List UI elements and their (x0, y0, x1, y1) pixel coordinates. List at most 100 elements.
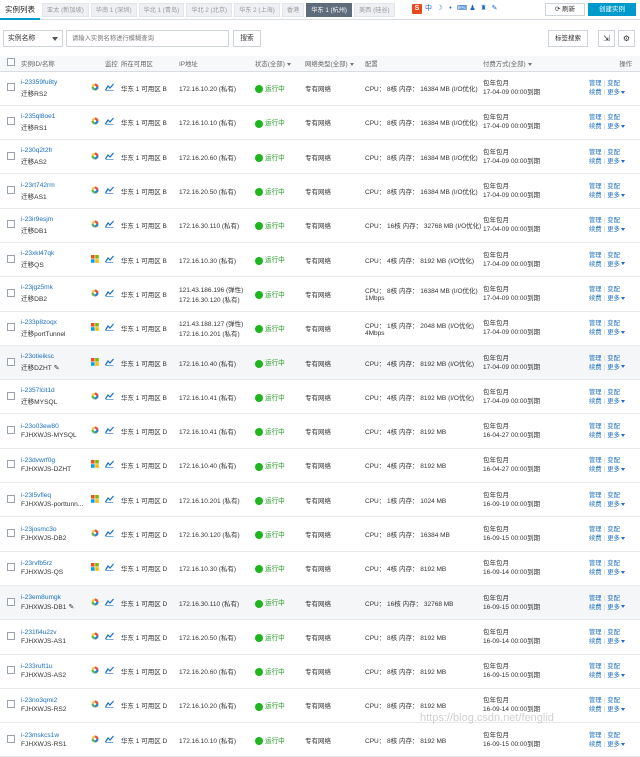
manage-link[interactable]: 管理 (589, 492, 602, 499)
region-tab[interactable]: 华东 2 (上海) (234, 3, 280, 17)
upgrade-link[interactable]: 变配 (607, 252, 620, 259)
more-dropdown[interactable]: 更多 (607, 466, 625, 473)
renew-link[interactable]: 续费 (589, 89, 602, 96)
monitor-chart-icon[interactable] (104, 323, 114, 333)
edit-name-icon[interactable]: ✎ (68, 603, 74, 611)
region-tab[interactable]: 香港 (281, 3, 305, 17)
upgrade-link[interactable]: 变配 (607, 492, 620, 499)
upgrade-link[interactable]: 变配 (607, 149, 620, 156)
manage-link[interactable]: 管理 (589, 629, 602, 636)
renew-link[interactable]: 续费 (589, 329, 602, 336)
more-dropdown[interactable]: 更多 (607, 398, 625, 405)
upgrade-link[interactable]: 变配 (607, 560, 620, 567)
tag-search-button[interactable]: 标签搜索 (548, 30, 588, 47)
more-dropdown[interactable]: 更多 (607, 604, 625, 611)
row-checkbox[interactable] (7, 494, 15, 503)
more-dropdown[interactable]: 更多 (607, 569, 625, 576)
row-checkbox[interactable] (7, 186, 15, 195)
instance-id-link[interactable]: i-23l5vfleq (21, 492, 90, 499)
search-input[interactable] (66, 30, 229, 47)
monitor-chart-icon[interactable] (104, 358, 114, 368)
monitor-chart-icon[interactable] (104, 392, 114, 402)
row-checkbox[interactable] (7, 391, 15, 400)
monitor-chart-icon[interactable] (104, 255, 114, 265)
row-checkbox[interactable] (7, 117, 15, 126)
monitor-chart-icon[interactable] (104, 152, 114, 162)
instance-id-link[interactable]: i-233p8zoqx (21, 319, 90, 326)
manage-link[interactable]: 管理 (589, 560, 602, 567)
search-field-select[interactable]: 实例名称 (3, 30, 63, 47)
row-checkbox[interactable] (7, 323, 15, 332)
renew-link[interactable]: 续费 (589, 501, 602, 508)
region-tab[interactable]: 华东 1 (杭州) (306, 3, 352, 17)
renew-link[interactable]: 续费 (589, 261, 602, 268)
upgrade-link[interactable]: 变配 (607, 732, 620, 739)
row-checkbox[interactable] (7, 151, 15, 160)
monitor-chart-icon[interactable] (104, 289, 114, 299)
more-dropdown[interactable]: 更多 (607, 432, 625, 439)
refresh-button[interactable]: ⟳ 刷新 (545, 3, 585, 16)
instance-id-link[interactable]: i-23359fu8ty (21, 79, 90, 86)
more-dropdown[interactable]: 更多 (607, 329, 625, 336)
monitor-chart-icon[interactable] (104, 186, 114, 196)
row-checkbox[interactable] (7, 734, 15, 743)
instance-id-link[interactable]: i-231fi4u2zv (21, 629, 90, 636)
row-checkbox[interactable] (7, 563, 15, 572)
upgrade-link[interactable]: 变配 (607, 183, 620, 190)
monitor-chart-icon[interactable] (104, 495, 114, 505)
upgrade-link[interactable]: 变配 (607, 457, 620, 464)
instance-id-link[interactable]: i-23no3qmi2 (21, 697, 90, 704)
more-dropdown[interactable]: 更多 (607, 226, 625, 233)
region-tab[interactable]: 华南 1 (深圳) (90, 3, 137, 17)
search-button[interactable]: 搜索 (233, 30, 261, 47)
instance-id-link[interactable]: i-23xkl47qk (21, 250, 90, 257)
manage-link[interactable]: 管理 (589, 114, 602, 121)
manage-link[interactable]: 管理 (589, 423, 602, 430)
renew-link[interactable]: 续费 (589, 638, 602, 645)
instance-id-link[interactable]: i-2357lcit1d (21, 387, 90, 394)
manage-link[interactable]: 管理 (589, 732, 602, 739)
instance-id-link[interactable]: i-233ruft1u (21, 663, 90, 670)
manage-link[interactable]: 管理 (589, 80, 602, 87)
instance-id-link[interactable]: i-23em8umgk (21, 594, 90, 601)
instance-id-link[interactable]: i-235ql8oe1 (21, 113, 90, 120)
upgrade-link[interactable]: 变配 (607, 320, 620, 327)
renew-link[interactable]: 续费 (589, 706, 602, 713)
upgrade-link[interactable]: 变配 (607, 423, 620, 430)
renew-link[interactable]: 续费 (589, 604, 602, 611)
renew-link[interactable]: 续费 (589, 569, 602, 576)
row-checkbox[interactable] (7, 460, 15, 469)
more-dropdown[interactable]: 更多 (607, 535, 625, 542)
upgrade-link[interactable]: 变配 (607, 355, 620, 362)
upgrade-link[interactable]: 变配 (607, 286, 620, 293)
edit-name-icon[interactable]: ✎ (54, 364, 60, 372)
renew-link[interactable]: 续费 (589, 226, 602, 233)
monitor-chart-icon[interactable] (104, 529, 114, 539)
instance-id-link[interactable]: i-23rvfb5rz (21, 560, 90, 567)
upgrade-link[interactable]: 变配 (607, 114, 620, 121)
more-dropdown[interactable]: 更多 (607, 123, 625, 130)
renew-link[interactable]: 续费 (589, 741, 602, 748)
header-network-filter[interactable]: 网络类型(全部) (304, 56, 364, 72)
row-checkbox[interactable] (7, 529, 15, 537)
row-checkbox[interactable] (7, 254, 15, 263)
monitor-chart-icon[interactable] (104, 83, 114, 93)
manage-link[interactable]: 管理 (589, 595, 602, 602)
renew-link[interactable]: 续费 (589, 123, 602, 130)
region-tab[interactable]: 亚太 (新加坡) (42, 3, 89, 17)
row-checkbox[interactable] (7, 631, 15, 640)
renew-link[interactable]: 续费 (589, 432, 602, 439)
instance-id-link[interactable]: i-23ir9esjm (21, 216, 90, 223)
more-dropdown[interactable]: 更多 (607, 364, 625, 371)
renew-link[interactable]: 续费 (589, 535, 602, 542)
upgrade-link[interactable]: 变配 (607, 389, 620, 396)
monitor-chart-icon[interactable] (104, 632, 114, 642)
row-checkbox[interactable] (7, 700, 15, 709)
create-instance-button[interactable]: 创建实例 (588, 3, 636, 16)
monitor-chart-icon[interactable] (104, 220, 114, 230)
instance-id-link[interactable]: i-23mskcs1w (21, 732, 90, 739)
instance-id-link[interactable]: i-23o03ew80 (21, 423, 90, 430)
manage-link[interactable]: 管理 (589, 320, 602, 327)
manage-link[interactable]: 管理 (589, 355, 602, 362)
more-dropdown[interactable]: 更多 (607, 158, 625, 165)
